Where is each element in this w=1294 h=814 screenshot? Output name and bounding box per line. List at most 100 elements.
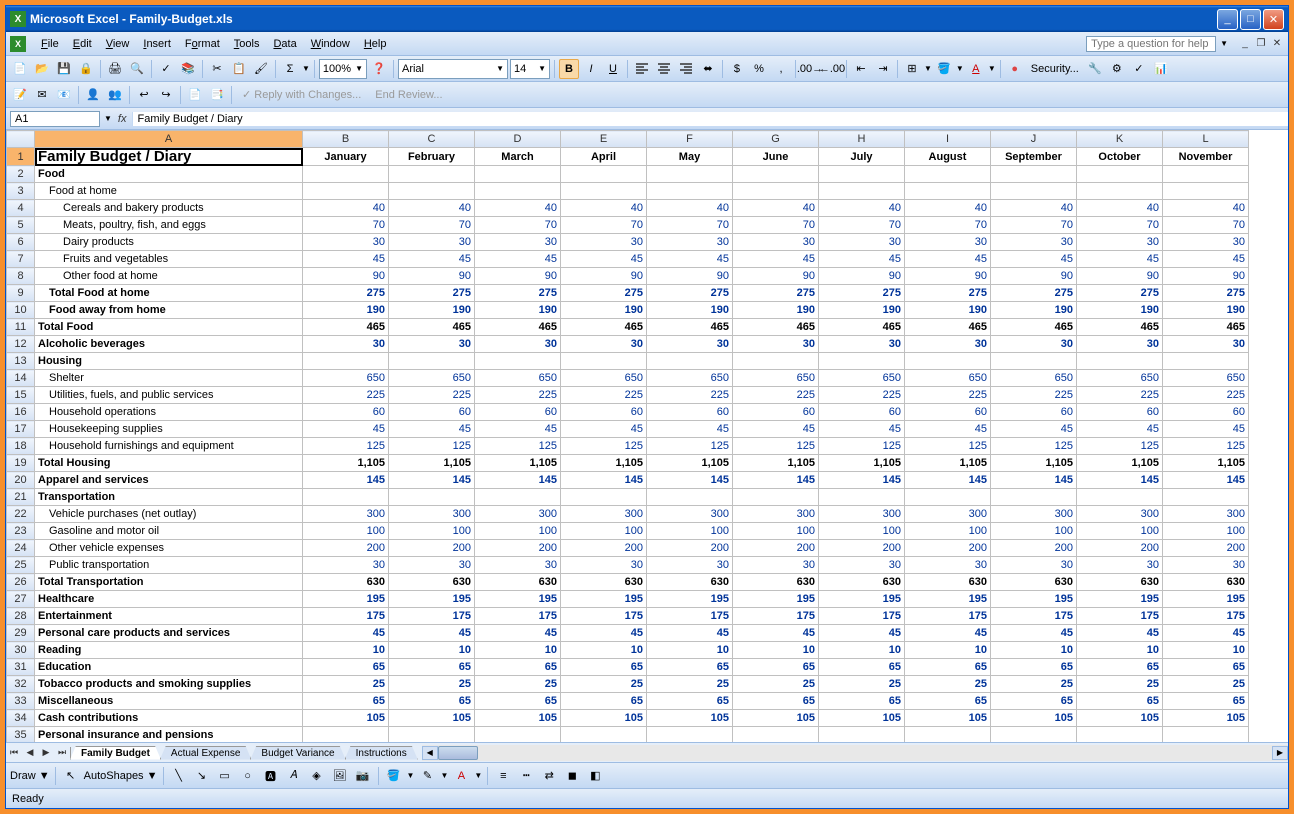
cell-E34[interactable]: 105: [561, 710, 647, 727]
cell-H11[interactable]: 465: [819, 319, 905, 336]
cell-J25[interactable]: 30: [991, 557, 1077, 574]
menu-window[interactable]: Window: [304, 36, 357, 52]
cell-I3[interactable]: [905, 183, 991, 200]
cell-E4[interactable]: 40: [561, 200, 647, 217]
cell-L14[interactable]: 650: [1163, 370, 1249, 387]
cell-D25[interactable]: 30: [475, 557, 561, 574]
cell-B29[interactable]: 45: [303, 625, 389, 642]
cell-F9[interactable]: 275: [647, 285, 733, 302]
cell-H24[interactable]: 200: [819, 540, 905, 557]
cell-I24[interactable]: 200: [905, 540, 991, 557]
review-btn8[interactable]: 📄: [185, 85, 205, 105]
cell-J23[interactable]: 100: [991, 523, 1077, 540]
cell-H33[interactable]: 65: [819, 693, 905, 710]
cell-D32[interactable]: 25: [475, 676, 561, 693]
cell-G3[interactable]: [733, 183, 819, 200]
cell-L27[interactable]: 195: [1163, 591, 1249, 608]
cell-K7[interactable]: 45: [1077, 251, 1163, 268]
cell-H10[interactable]: 190: [819, 302, 905, 319]
cell-G13[interactable]: [733, 353, 819, 370]
column-header-I[interactable]: I: [905, 131, 991, 148]
cell-K20[interactable]: 145: [1077, 472, 1163, 489]
cell-D8[interactable]: 90: [475, 268, 561, 285]
cell-J22[interactable]: 300: [991, 506, 1077, 523]
save-button[interactable]: 💾: [54, 59, 74, 79]
oval-button[interactable]: ○: [238, 766, 258, 786]
picture-button[interactable]: 📷: [353, 766, 373, 786]
cell-G30[interactable]: 10: [733, 642, 819, 659]
cell-I29[interactable]: 45: [905, 625, 991, 642]
review-btn5[interactable]: 👥: [105, 85, 125, 105]
row-header-18[interactable]: 18: [7, 438, 35, 455]
cell-J8[interactable]: 90: [991, 268, 1077, 285]
column-header-K[interactable]: K: [1077, 131, 1163, 148]
arrow-button[interactable]: ↘: [192, 766, 212, 786]
row-header-24[interactable]: 24: [7, 540, 35, 557]
cell-G32[interactable]: 25: [733, 676, 819, 693]
row-header-35[interactable]: 35: [7, 727, 35, 743]
security-label[interactable]: Security...: [1027, 63, 1083, 75]
currency-button[interactable]: $: [727, 59, 747, 79]
cell-D22[interactable]: 300: [475, 506, 561, 523]
cell-F8[interactable]: 90: [647, 268, 733, 285]
cell-H2[interactable]: [819, 166, 905, 183]
cell-I25[interactable]: 30: [905, 557, 991, 574]
cell-D10[interactable]: 190: [475, 302, 561, 319]
cell-G2[interactable]: [733, 166, 819, 183]
fill-color-draw-button[interactable]: 🪣: [384, 766, 404, 786]
cell-I8[interactable]: 90: [905, 268, 991, 285]
cell-B35[interactable]: [303, 727, 389, 743]
cell-B11[interactable]: 465: [303, 319, 389, 336]
select-objects-button[interactable]: ↖: [61, 766, 81, 786]
cell-K29[interactable]: 45: [1077, 625, 1163, 642]
cell-F12[interactable]: 30: [647, 336, 733, 353]
cell-E27[interactable]: 195: [561, 591, 647, 608]
cell-L8[interactable]: 90: [1163, 268, 1249, 285]
cell-C10[interactable]: 190: [389, 302, 475, 319]
cell-G10[interactable]: 190: [733, 302, 819, 319]
cell-A15[interactable]: Utilities, fuels, and public services: [35, 387, 303, 404]
cell-F6[interactable]: 30: [647, 234, 733, 251]
cell-B9[interactable]: 275: [303, 285, 389, 302]
cell-K12[interactable]: 30: [1077, 336, 1163, 353]
cell-G14[interactable]: 650: [733, 370, 819, 387]
cell-K5[interactable]: 70: [1077, 217, 1163, 234]
cell-G5[interactable]: 70: [733, 217, 819, 234]
cell-C35[interactable]: [389, 727, 475, 743]
cell-I35[interactable]: [905, 727, 991, 743]
cell-J24[interactable]: 200: [991, 540, 1077, 557]
cell-D11[interactable]: 465: [475, 319, 561, 336]
cell-L26[interactable]: 630: [1163, 574, 1249, 591]
cell-A2[interactable]: Food: [35, 166, 303, 183]
cell-F30[interactable]: 10: [647, 642, 733, 659]
cell-L28[interactable]: 175: [1163, 608, 1249, 625]
cell-E18[interactable]: 125: [561, 438, 647, 455]
cell-E23[interactable]: 100: [561, 523, 647, 540]
cell-A28[interactable]: Entertainment: [35, 608, 303, 625]
workbook-restore-button[interactable]: ❐: [1254, 37, 1268, 51]
cell-G35[interactable]: [733, 727, 819, 743]
row-header-34[interactable]: 34: [7, 710, 35, 727]
cell-J20[interactable]: 145: [991, 472, 1077, 489]
cell-E11[interactable]: 465: [561, 319, 647, 336]
cell-C7[interactable]: 45: [389, 251, 475, 268]
cell-G26[interactable]: 630: [733, 574, 819, 591]
cell-E31[interactable]: 65: [561, 659, 647, 676]
print-button[interactable]: 🖨: [105, 59, 125, 79]
spreadsheet-table[interactable]: ABCDEFGHIJKL1Family Budget / DiaryJanuar…: [6, 130, 1249, 742]
cell-D12[interactable]: 30: [475, 336, 561, 353]
cell-G17[interactable]: 45: [733, 421, 819, 438]
cell-B8[interactable]: 90: [303, 268, 389, 285]
cell-H28[interactable]: 175: [819, 608, 905, 625]
cell-K23[interactable]: 100: [1077, 523, 1163, 540]
cell-H13[interactable]: [819, 353, 905, 370]
cell-D23[interactable]: 100: [475, 523, 561, 540]
cell-G28[interactable]: 175: [733, 608, 819, 625]
cell-A33[interactable]: Miscellaneous: [35, 693, 303, 710]
cell-H17[interactable]: 45: [819, 421, 905, 438]
cell-G22[interactable]: 300: [733, 506, 819, 523]
cell-B12[interactable]: 30: [303, 336, 389, 353]
cell-F26[interactable]: 630: [647, 574, 733, 591]
cell-G25[interactable]: 30: [733, 557, 819, 574]
cell-F10[interactable]: 190: [647, 302, 733, 319]
